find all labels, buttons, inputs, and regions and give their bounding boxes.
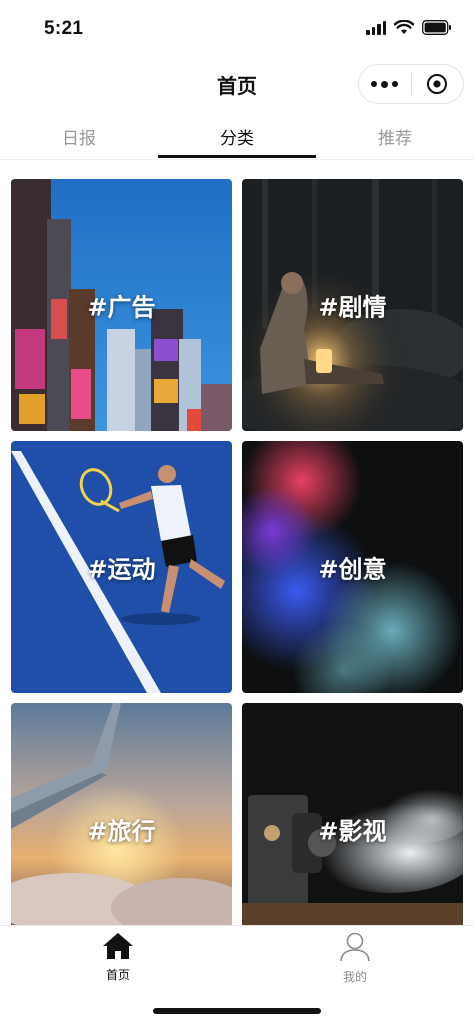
tabbar-item-home[interactable]: 首页 xyxy=(78,932,158,983)
category-card-drama[interactable]: #剧情 xyxy=(242,179,463,431)
category-card-travel[interactable]: #旅行 xyxy=(11,703,232,925)
user-icon xyxy=(340,932,370,962)
category-card-film[interactable]: #影视 xyxy=(242,703,463,925)
tabbar-label-home: 首页 xyxy=(105,968,130,982)
category-card-creative[interactable]: #创意 xyxy=(242,441,463,693)
close-program-icon[interactable] xyxy=(411,65,463,103)
tab-category[interactable]: 分类 xyxy=(158,124,316,149)
mini-program-capsule xyxy=(358,64,464,104)
category-label: #旅行 xyxy=(87,817,156,846)
top-tabs: 日报 分类 推荐 xyxy=(0,112,474,160)
tab-daily[interactable]: 日报 xyxy=(0,124,158,149)
category-card-sports[interactable]: #运动 xyxy=(11,441,232,693)
home-indicator xyxy=(153,1008,321,1014)
cellular-signal-icon xyxy=(366,20,386,35)
category-label: #运动 xyxy=(87,555,156,584)
category-grid: #广告 #剧情 #运动 #创意 #旅行 #影视 xyxy=(11,179,463,925)
wifi-icon xyxy=(394,20,414,34)
tab-recommend[interactable]: 推荐 xyxy=(316,124,474,149)
status-time: 5:21 xyxy=(44,18,84,39)
nav-bar: 首页 xyxy=(0,58,474,112)
category-label: #创意 xyxy=(318,555,387,584)
category-label: #剧情 xyxy=(318,293,387,322)
tabbar-label-mine: 我的 xyxy=(342,970,367,984)
battery-icon xyxy=(422,20,451,35)
category-card-ads[interactable]: #广告 xyxy=(11,179,232,431)
home-icon xyxy=(103,933,133,959)
category-label: #广告 xyxy=(87,293,156,322)
status-icons xyxy=(366,20,452,35)
tabbar-item-mine[interactable]: 我的 xyxy=(315,932,395,985)
more-options-icon[interactable] xyxy=(359,65,411,103)
active-tab-indicator xyxy=(158,155,316,158)
category-label: #影视 xyxy=(318,817,387,846)
status-bar: 5:21 xyxy=(0,0,474,58)
